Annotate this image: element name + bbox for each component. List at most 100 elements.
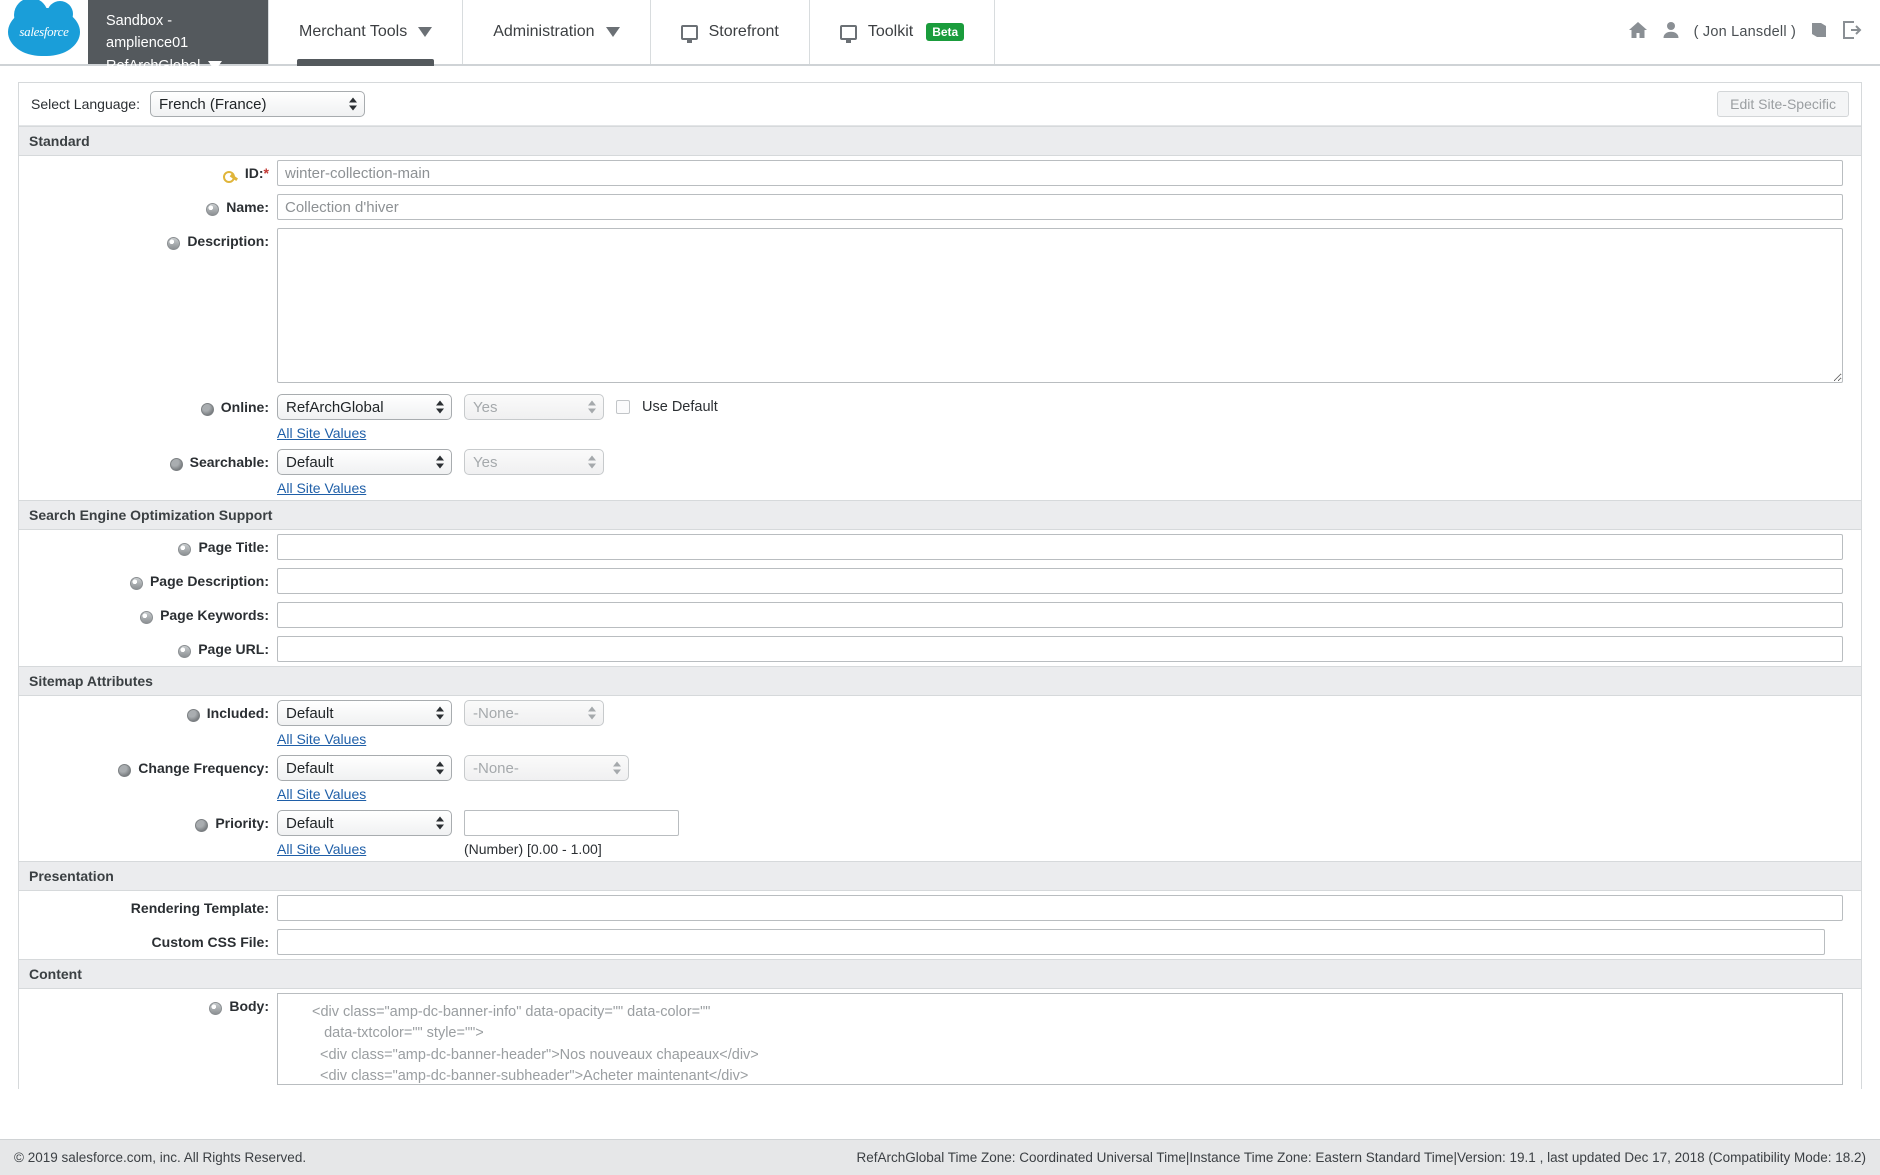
name-input[interactable] — [277, 194, 1843, 220]
localizable-globe-icon — [209, 1002, 223, 1015]
page-url-input[interactable] — [277, 636, 1843, 662]
page-keywords-input[interactable] — [277, 602, 1843, 628]
body-code-editor[interactable]: <div class="amp-dc-banner-info" data-opa… — [277, 993, 1843, 1085]
description-field-cell — [277, 228, 1861, 386]
salesforce-logo[interactable]: salesforce — [0, 0, 88, 64]
site-name: RefArchGlobal — [106, 57, 201, 74]
included-all-site-values-link[interactable]: All Site Values — [277, 731, 366, 747]
row-page-title: Page Title: — [19, 530, 1861, 564]
chevron-down-icon[interactable] — [208, 61, 223, 72]
included-value-select[interactable]: -None- — [464, 700, 604, 726]
body-label-cell: Body: — [19, 993, 277, 1015]
online-value-select[interactable]: Yes — [464, 394, 604, 420]
chevron-down-icon — [418, 27, 433, 37]
description-textarea[interactable] — [277, 228, 1843, 383]
home-icon[interactable] — [1628, 21, 1648, 43]
body-code-line: data-txtcolor="" style=""> — [312, 1025, 484, 1042]
row-page-keywords: Page Keywords: — [19, 598, 1861, 632]
nav-administration[interactable]: Administration — [463, 0, 651, 64]
attribute-form: Select Language: French (France) Edit Si… — [18, 82, 1862, 1089]
change-frequency-site-select-wrapper[interactable]: Default — [277, 755, 452, 781]
localizable-globe-icon — [178, 543, 192, 556]
page-description-label-cell: Page Description: — [19, 568, 277, 590]
included-value-select-wrapper[interactable]: -None- — [464, 700, 604, 726]
user-icon[interactable] — [1662, 21, 1680, 43]
body-code-line: <div class="amp-dc-banner-subheader">Ach… — [312, 1067, 749, 1084]
row-name: Name: — [19, 190, 1861, 224]
language-toolbar: Select Language: French (France) Edit Si… — [19, 83, 1861, 126]
included-site-select[interactable]: Default — [277, 700, 452, 726]
row-page-url: Page URL: — [19, 632, 1861, 666]
searchable-value-select-wrapper[interactable]: Yes — [464, 449, 604, 475]
included-label: Included: — [206, 705, 269, 721]
searchable-site-select-wrapper[interactable]: Default — [277, 449, 452, 475]
page-keywords-label: Page Keywords: — [160, 607, 269, 623]
online-label: Online: — [220, 399, 269, 415]
beta-badge: Beta — [926, 23, 965, 41]
use-default-checkbox[interactable] — [616, 400, 630, 414]
language-select[interactable]: French (France) — [149, 91, 365, 117]
page-footer: © 2019 salesforce.com, inc. All Rights R… — [0, 1139, 1880, 1175]
change-frequency-value-select[interactable]: -None- — [464, 755, 629, 781]
nav-administration-label: Administration — [493, 23, 595, 40]
page-title-field-cell — [277, 534, 1861, 560]
searchable-label: Searchable: — [189, 454, 269, 470]
logout-icon[interactable] — [1842, 21, 1862, 43]
site-specific-icon — [186, 709, 200, 722]
included-site-select-wrapper[interactable]: Default — [277, 700, 452, 726]
priority-all-site-values-link[interactable]: All Site Values — [277, 841, 366, 857]
nav-merchant-tools[interactable]: Merchant Tools — [268, 0, 464, 66]
searchable-all-site-values-link[interactable]: All Site Values — [277, 480, 366, 496]
page-keywords-label-cell: Page Keywords: — [19, 602, 277, 624]
included-field-cell: Default -None- All Site Values — [277, 700, 1861, 747]
priority-site-select-wrapper[interactable]: Default — [277, 810, 452, 836]
searchable-site-select[interactable]: Default — [277, 449, 452, 475]
searchable-value-select[interactable]: Yes — [464, 449, 604, 475]
custom-css-input[interactable] — [277, 929, 1825, 955]
rendering-template-label-cell: Rendering Template: — [19, 895, 277, 916]
row-included: Included: Default -None- All Site Values — [19, 696, 1861, 751]
standard-rows: ID:* Name: Description: — [19, 156, 1861, 500]
id-input[interactable] — [277, 160, 1843, 186]
row-searchable: Searchable: Default Yes All Site Values — [19, 445, 1861, 500]
online-all-site-values-link[interactable]: All Site Values — [277, 425, 366, 441]
language-select-wrapper[interactable]: French (France) — [149, 91, 365, 117]
row-body: Body: <div class="amp-dc-banner-info" da… — [19, 989, 1861, 1089]
online-value-select-wrapper[interactable]: Yes — [464, 394, 604, 420]
content-rows: Body: <div class="amp-dc-banner-info" da… — [19, 989, 1861, 1089]
nav-storefront[interactable]: Storefront — [651, 0, 810, 64]
id-label-cell: ID:* — [19, 160, 277, 183]
change-frequency-all-site-values-link[interactable]: All Site Values — [277, 786, 366, 802]
name-field-cell — [277, 194, 1861, 220]
edit-site-specific-button[interactable]: Edit Site-Specific — [1717, 91, 1849, 117]
priority-site-select[interactable]: Default — [277, 810, 452, 836]
row-priority: Priority: Default All Site Values (Numbe… — [19, 806, 1861, 861]
nav-toolkit[interactable]: Toolkit Beta — [810, 0, 996, 64]
rendering-template-input[interactable] — [277, 895, 1843, 921]
body-code-line: <div class="amp-dc-banner-header">Nos no… — [312, 1046, 759, 1063]
main-nav-items: Merchant Tools Administration Storefront… — [268, 0, 1604, 66]
sandbox-selector[interactable]: Sandbox - amplience01 RefArchGlobal — [88, 0, 268, 74]
body-field-cell: <div class="amp-dc-banner-info" data-opa… — [277, 993, 1861, 1085]
section-header-presentation: Presentation — [19, 861, 1861, 891]
key-icon — [222, 168, 238, 183]
nav-toolkit-label: Toolkit — [867, 23, 914, 40]
copyright-text: © 2019 salesforce.com, inc. All Rights R… — [14, 1150, 307, 1165]
localizable-globe-icon — [129, 577, 143, 590]
priority-number-input[interactable] — [464, 810, 679, 836]
row-custom-css: Custom CSS File: — [19, 925, 1861, 959]
change-frequency-site-select[interactable]: Default — [277, 755, 452, 781]
page-url-field-cell — [277, 636, 1861, 662]
page-title-label: Page Title: — [198, 539, 269, 555]
page-url-label-cell: Page URL: — [19, 636, 277, 658]
online-site-select-wrapper[interactable]: RefArchGlobal — [277, 394, 452, 420]
site-specific-icon — [195, 819, 209, 832]
chevron-down-icon — [605, 27, 620, 37]
online-site-select[interactable]: RefArchGlobal — [277, 394, 452, 420]
book-icon[interactable] — [1810, 21, 1828, 43]
page-description-input[interactable] — [277, 568, 1843, 594]
page-title-input[interactable] — [277, 534, 1843, 560]
priority-label-cell: Priority: — [19, 810, 277, 832]
change-frequency-value-select-wrapper[interactable]: -None- — [464, 755, 629, 781]
description-label: Description: — [187, 233, 269, 249]
